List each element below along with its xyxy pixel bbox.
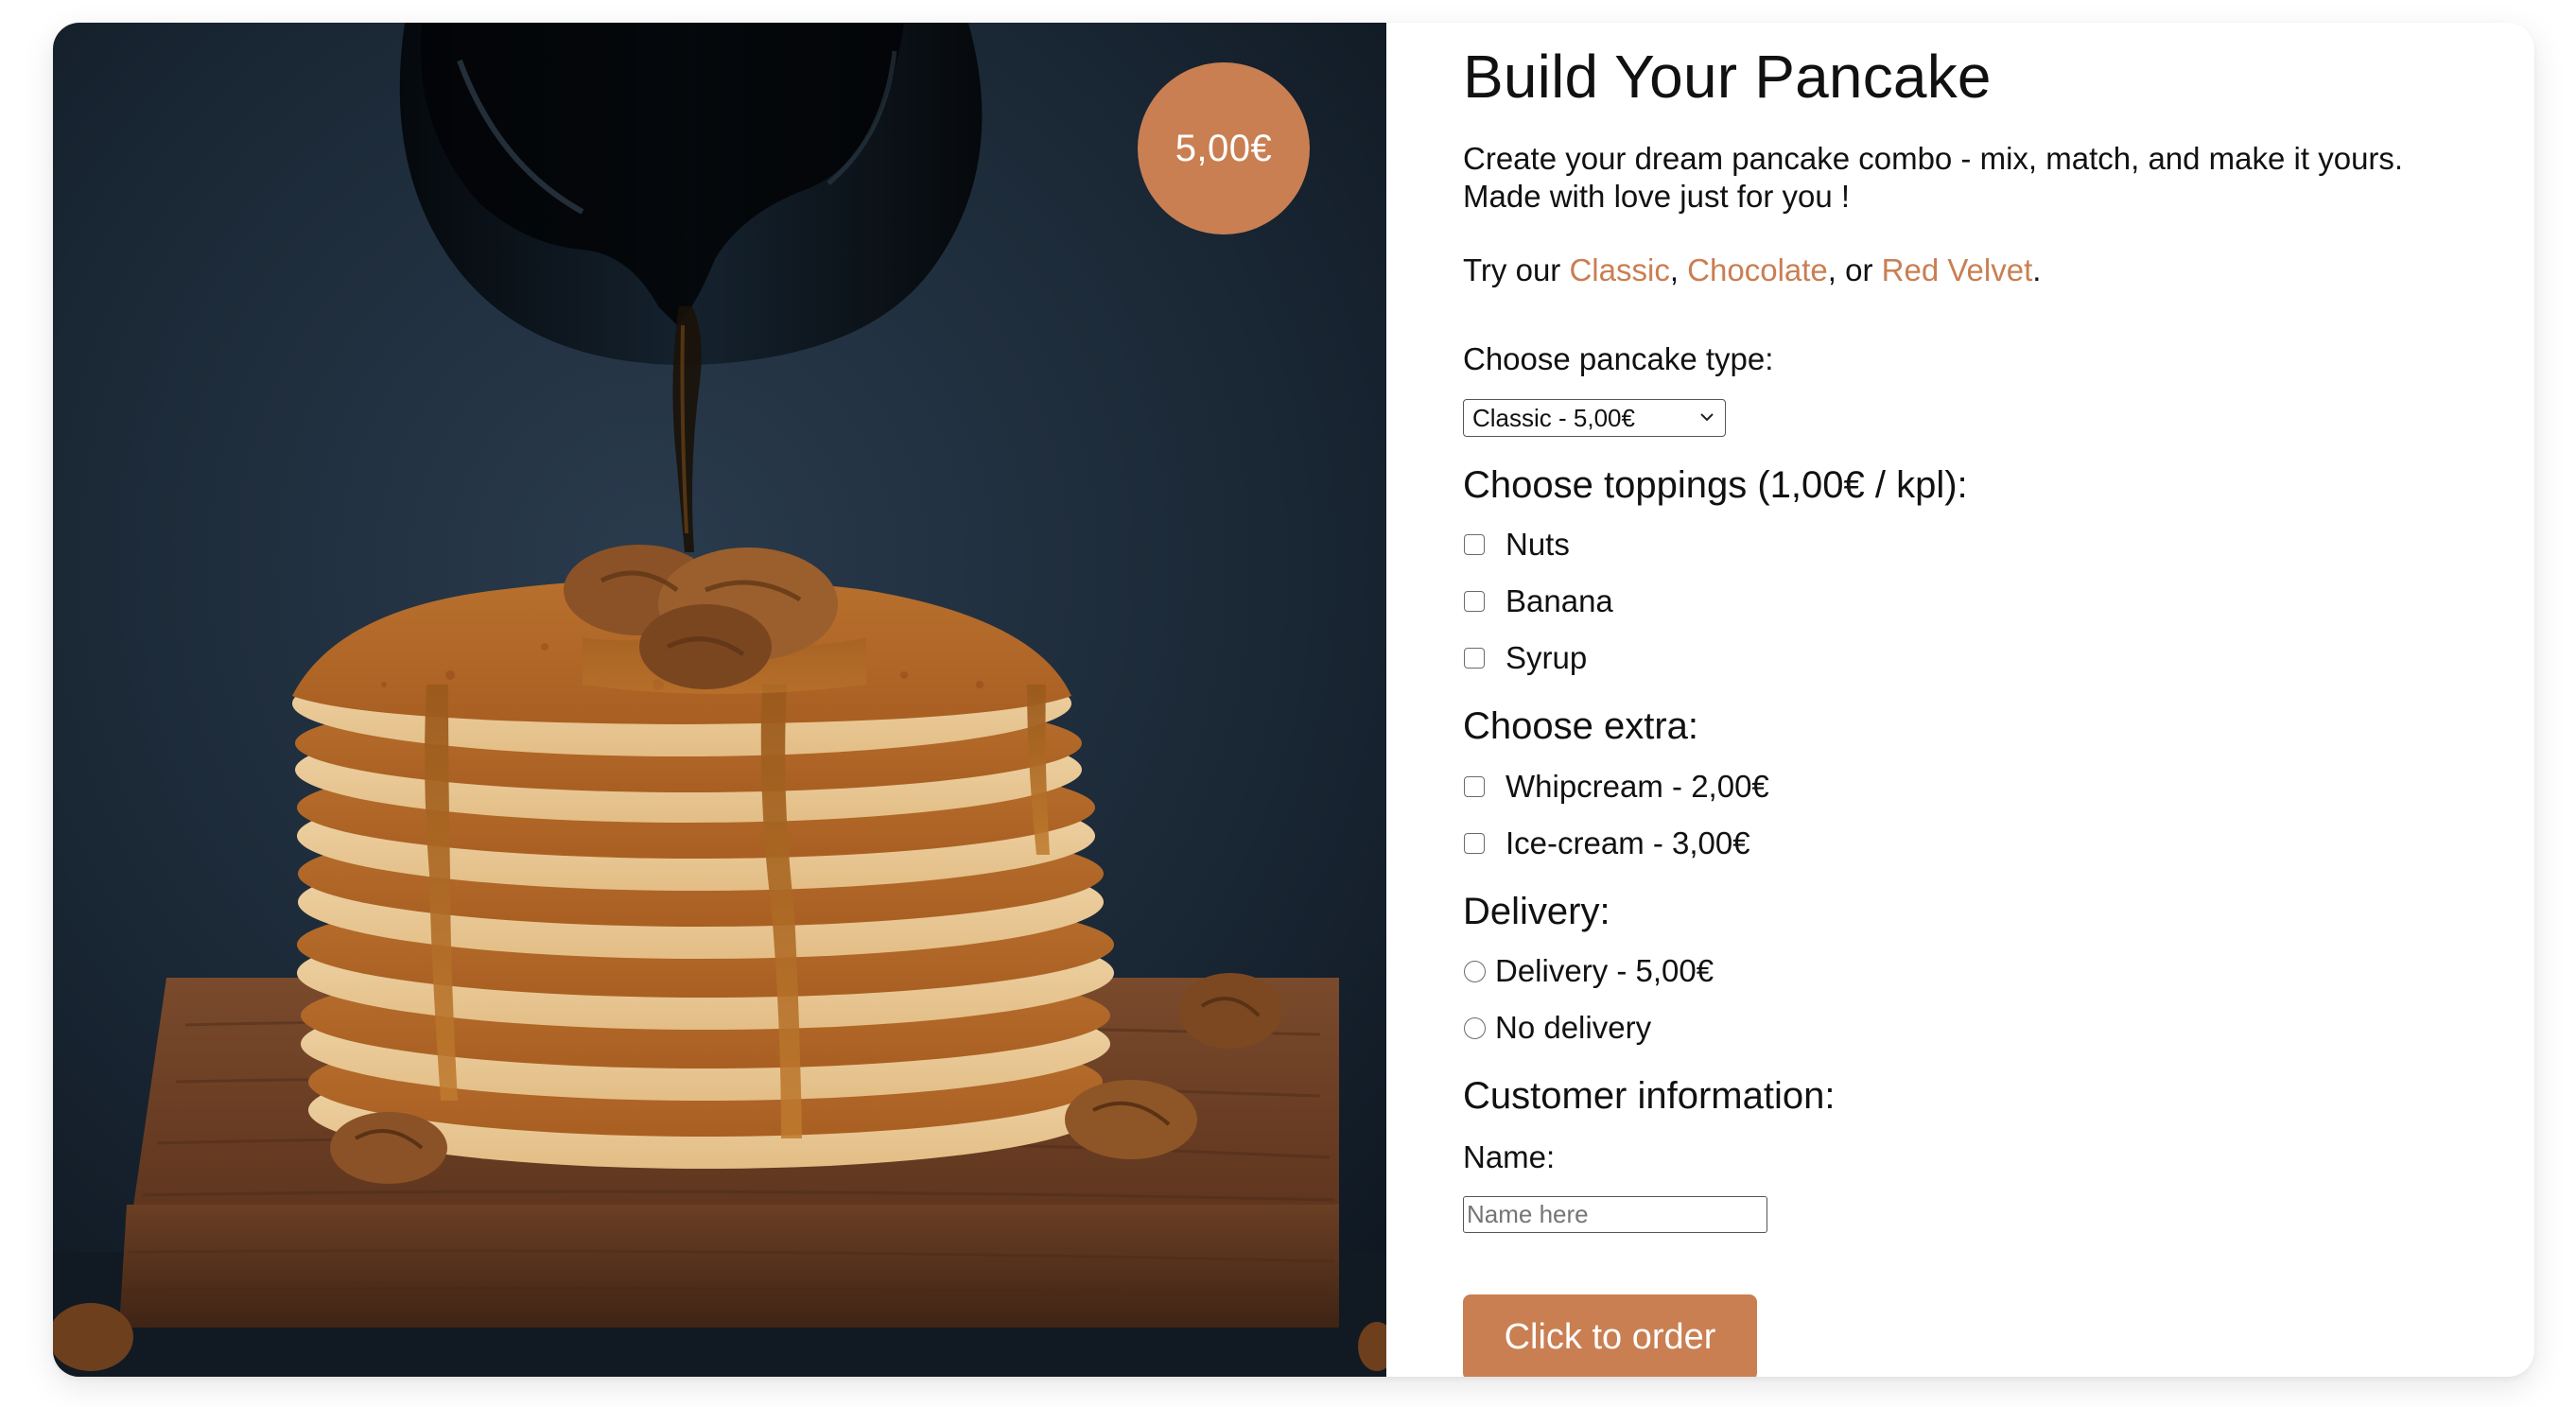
delivery-option-delivery[interactable]: Delivery - 5,00€ xyxy=(1463,950,1714,992)
flavor-link-classic[interactable]: Classic xyxy=(1569,252,1669,287)
delivery-heading: Delivery: xyxy=(1463,891,1610,932)
extra-label-whipcream: Whipcream - 2,00€ xyxy=(1506,769,1769,804)
name-label: Name: xyxy=(1463,1139,1556,1174)
price-badge: 5,00€ xyxy=(1138,62,1310,234)
name-input[interactable] xyxy=(1463,1196,1767,1233)
flavor-link-chocolate[interactable]: Chocolate xyxy=(1687,252,1828,287)
topping-label-banana: Banana xyxy=(1506,583,1613,618)
delivery-option-no-delivery[interactable]: No delivery xyxy=(1463,1007,1651,1049)
separator-comma: , xyxy=(1669,252,1688,287)
pancake-type-label: Choose pancake type: xyxy=(1463,341,1774,376)
extra-checkbox-whipcream[interactable] xyxy=(1464,776,1485,797)
extra-label-ice-cream: Ice-cream - 3,00€ xyxy=(1506,825,1750,860)
try-flavors-line: Try our Classic, Chocolate, or Red Velve… xyxy=(1463,252,2041,289)
delivery-label-delivery: Delivery - 5,00€ xyxy=(1495,953,1714,988)
order-button[interactable]: Click to order xyxy=(1463,1294,1757,1377)
order-form: Build Your Pancake Create your dream pan… xyxy=(1463,23,2484,1377)
intro-text: Create your dream pancake combo - mix, m… xyxy=(1463,140,2475,216)
separator-or: , or xyxy=(1827,252,1882,287)
topping-checkbox-banana[interactable] xyxy=(1464,591,1485,612)
extra-heading: Choose extra: xyxy=(1463,705,1699,747)
topping-checkbox-nuts[interactable] xyxy=(1464,534,1485,555)
try-prefix: Try our xyxy=(1463,252,1570,287)
pancake-type-selected: Classic - 5,00€ xyxy=(1472,403,1635,432)
intro-line-2: Made with love just for you ! xyxy=(1463,179,1851,214)
pancake-photo: 5,00€ xyxy=(53,23,1386,1377)
extra-checkbox-ice-cream[interactable] xyxy=(1464,833,1485,854)
topping-label-syrup: Syrup xyxy=(1506,640,1588,675)
delivery-label-no-delivery: No delivery xyxy=(1495,1010,1652,1045)
extra-option-ice-cream[interactable]: Ice-cream - 3,00€ xyxy=(1463,823,1750,864)
page-title: Build Your Pancake xyxy=(1463,43,1992,111)
topping-checkbox-syrup[interactable] xyxy=(1464,648,1485,669)
pancake-builder-card: 5,00€ Build Your Pancake Create your dre… xyxy=(53,23,2534,1377)
flavor-link-red-velvet[interactable]: Red Velvet xyxy=(1882,252,2033,287)
delivery-radio-no-delivery[interactable] xyxy=(1464,1016,1486,1039)
topping-label-nuts: Nuts xyxy=(1506,527,1570,562)
chevron-down-icon xyxy=(1700,413,1714,422)
extra-option-whipcream[interactable]: Whipcream - 2,00€ xyxy=(1463,766,1769,808)
topping-option-nuts[interactable]: Nuts xyxy=(1463,524,1570,565)
toppings-heading: Choose toppings (1,00€ / kpl): xyxy=(1463,464,1968,506)
delivery-radio-delivery[interactable] xyxy=(1464,960,1486,982)
customer-info-heading: Customer information: xyxy=(1463,1075,1836,1117)
try-suffix: . xyxy=(2032,252,2042,287)
topping-option-banana[interactable]: Banana xyxy=(1463,581,1613,622)
intro-line-1: Create your dream pancake combo - mix, m… xyxy=(1463,141,2404,176)
pancake-type-select[interactable]: Classic - 5,00€ xyxy=(1463,399,1726,437)
topping-option-syrup[interactable]: Syrup xyxy=(1463,637,1587,679)
